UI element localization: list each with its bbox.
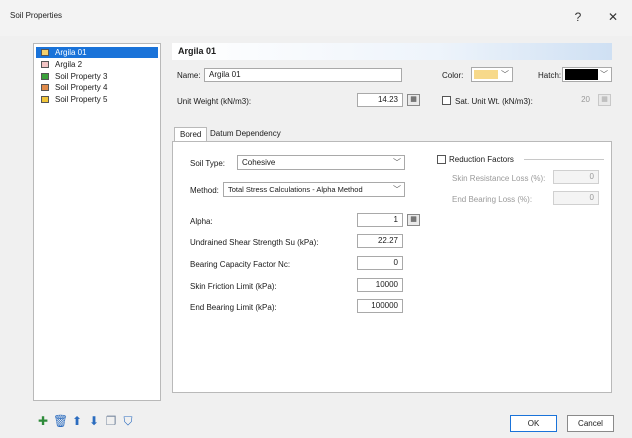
soil-type-value: Cohesive bbox=[242, 158, 276, 167]
help-button[interactable]: ? bbox=[568, 8, 588, 26]
move-up-icon[interactable]: ⬆ bbox=[70, 414, 84, 428]
list-item[interactable]: Argila 2 bbox=[36, 59, 158, 70]
soil-type-select[interactable]: Cohesive ﹀ bbox=[237, 155, 405, 170]
chevron-down-icon: ﹀ bbox=[600, 70, 608, 79]
page-title: Argila 01 bbox=[178, 46, 217, 56]
list-item-label: Soil Property 3 bbox=[55, 72, 108, 81]
reduction-factors-checkbox[interactable] bbox=[437, 155, 446, 164]
soil-color-swatch bbox=[41, 49, 49, 56]
color-label: Color: bbox=[442, 71, 464, 80]
end-loss-label: End Bearing Loss (%): bbox=[452, 195, 533, 204]
close-button[interactable]: ✕ bbox=[603, 8, 623, 26]
chevron-down-icon: ﹀ bbox=[393, 158, 401, 167]
soil-color-swatch bbox=[41, 73, 49, 80]
hatch-label: Hatch: bbox=[538, 71, 562, 80]
end-bearing-label: End Bearing Limit (kPa): bbox=[190, 303, 277, 312]
sat-unit-weight-checkbox[interactable] bbox=[442, 96, 451, 105]
skin-friction-field[interactable]: 10000 bbox=[357, 278, 403, 292]
name-label: Name: bbox=[177, 71, 201, 80]
method-label: Method: bbox=[190, 186, 219, 195]
list-item[interactable]: Soil Property 5 bbox=[36, 94, 158, 105]
color-picker[interactable]: ﹀ bbox=[471, 67, 513, 82]
delete-icon[interactable]: 🗑 bbox=[53, 414, 68, 428]
list-item[interactable]: Argila 01 bbox=[36, 47, 158, 58]
method-value: Total Stress Calculations - Alpha Method bbox=[228, 185, 363, 194]
su-field[interactable]: 22.27 bbox=[357, 234, 403, 248]
hatch-picker[interactable]: ﹀ bbox=[562, 67, 612, 82]
su-label: Undrained Shear Strength Su (kPa): bbox=[190, 238, 319, 247]
ok-button[interactable]: OK bbox=[510, 415, 557, 432]
soil-color-swatch bbox=[41, 84, 49, 91]
copy-icon[interactable]: ❐ bbox=[104, 414, 118, 428]
skin-loss-field[interactable]: 0 bbox=[553, 170, 599, 184]
calculator-icon[interactable]: ▦ bbox=[407, 94, 420, 106]
soil-color-swatch bbox=[41, 61, 49, 68]
unit-weight-label: Unit Weight (kN/m3): bbox=[177, 97, 252, 106]
calculator-icon[interactable]: ▦ bbox=[407, 214, 420, 226]
calculator-icon: ▦ bbox=[598, 94, 611, 106]
group-divider bbox=[524, 159, 604, 160]
alpha-field[interactable]: 1 bbox=[357, 213, 403, 227]
soil-type-label: Soil Type: bbox=[190, 159, 225, 168]
chevron-down-icon: ﹀ bbox=[393, 185, 401, 194]
color-swatch bbox=[474, 70, 498, 79]
name-field[interactable]: Argila 01 bbox=[204, 68, 402, 82]
alpha-label: Alpha: bbox=[190, 217, 213, 226]
window-title: Soil Properties bbox=[10, 11, 63, 20]
list-item-label: Argila 01 bbox=[55, 48, 87, 57]
cancel-button[interactable]: Cancel bbox=[567, 415, 614, 432]
sat-unit-weight-field[interactable]: 20 bbox=[552, 93, 595, 107]
soil-list[interactable]: Argila 01 Argila 2 Soil Property 3 Soil … bbox=[33, 43, 161, 401]
soil-color-swatch bbox=[41, 96, 49, 103]
move-down-icon[interactable]: ⬇ bbox=[87, 414, 101, 428]
tab-datum-dependency[interactable]: Datum Dependency bbox=[205, 127, 286, 141]
nc-field[interactable]: 0 bbox=[357, 256, 403, 270]
reduction-factors-label: Reduction Factors bbox=[449, 155, 514, 164]
list-item[interactable]: Soil Property 3 bbox=[36, 71, 158, 82]
hatch-swatch bbox=[565, 69, 598, 80]
sat-unit-weight-label: Sat. Unit Wt. (kN/m3): bbox=[455, 97, 533, 106]
title-bar bbox=[0, 0, 632, 36]
add-icon[interactable]: ✚ bbox=[36, 414, 50, 428]
end-bearing-field[interactable]: 100000 bbox=[357, 299, 403, 313]
method-select[interactable]: Total Stress Calculations - Alpha Method… bbox=[223, 182, 405, 197]
list-item-label: Soil Property 4 bbox=[55, 83, 108, 92]
nc-label: Bearing Capacity Factor Nc: bbox=[190, 260, 291, 269]
end-loss-field[interactable]: 0 bbox=[553, 191, 599, 205]
skin-loss-label: Skin Resistance Loss (%): bbox=[452, 174, 546, 183]
unit-weight-field[interactable]: 14.23 bbox=[357, 93, 403, 107]
list-item-label: Argila 2 bbox=[55, 60, 83, 69]
filter-icon[interactable]: ⛉ bbox=[121, 414, 135, 428]
tab-bored[interactable]: Bored bbox=[174, 127, 208, 141]
skin-friction-label: Skin Friction Limit (kPa): bbox=[190, 282, 277, 291]
header-band bbox=[172, 43, 612, 60]
list-item[interactable]: Soil Property 4 bbox=[36, 82, 158, 93]
chevron-down-icon: ﹀ bbox=[501, 70, 509, 79]
list-item-label: Soil Property 5 bbox=[55, 95, 108, 104]
